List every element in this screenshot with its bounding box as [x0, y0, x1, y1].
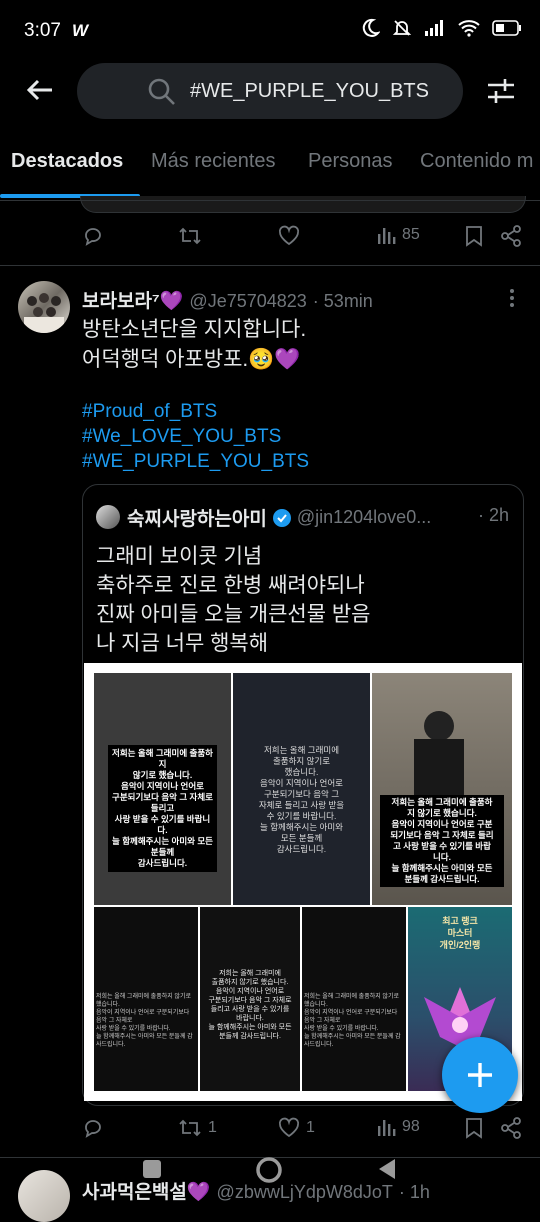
retweet-count: 1 [208, 1119, 217, 1136]
rank-text: 최고 랭크 마스터 개인/2인랭 [439, 916, 481, 950]
views-button[interactable]: 85 [376, 225, 420, 245]
quoted-avatar [96, 505, 120, 529]
search-tabs: Destacados Más recientes Personas Conten… [0, 150, 540, 200]
hashtag-link[interactable]: #We_LOVE_YOU_BTS [82, 424, 281, 449]
share-icon [501, 225, 521, 247]
quoted-author-handle: @jin1204love0... [296, 507, 432, 527]
collage-panel: 저희는 올해 그래미에 출품하지 않기로 했습니다. 음악이 지역이나 언어로 … [302, 907, 406, 1091]
retweet-button[interactable]: 1 [178, 1117, 217, 1139]
statement-text: 저희는 올해 그래미에 출품하지 않기로 했습니다. 음악이 지역이나 언어로 … [96, 994, 193, 1048]
battery-icon [492, 20, 521, 36]
tab-personas[interactable]: Personas [308, 150, 393, 173]
previous-tweet-media[interactable] [80, 196, 526, 213]
quoted-image[interactable]: 저희는 올해 그래미에 출품하지 않기로 했습니다. 음악이 지역이나 언어로 … [84, 663, 522, 1101]
collage-panel: 저희는 올해 그래미에 출품하지 않기로 했습니다. 음악이 지역이나 언어로 … [94, 673, 231, 905]
back-arrow-icon[interactable] [24, 74, 56, 106]
quoted-text-line-3: 진짜 아미들 오늘 개큰선물 받음 [96, 603, 371, 626]
like-button[interactable]: 1 [278, 1117, 315, 1139]
tweet-actions: 1 1 98 [82, 1117, 522, 1147]
like-count: 1 [306, 1119, 315, 1136]
collage-panel: 저희는 올해 그래미에 출품하지 않기로 했습니다. 음악이 지역이나 언어로 … [200, 907, 300, 1091]
home-icon[interactable] [255, 1156, 283, 1184]
group-photo-icon [24, 293, 64, 333]
prev-tweet-actions: 85 [82, 225, 522, 255]
author-handle[interactable]: @Je75704823 [189, 291, 306, 312]
quoted-text-line-2: 축하주로 진로 한병 쌔려야되나 [96, 574, 365, 597]
views-count: 85 [402, 226, 420, 243]
hashtag-link[interactable]: #WE_PURPLE_YOU_BTS [82, 449, 309, 474]
retweet-button[interactable] [178, 225, 202, 247]
statement-text: 저희는 올해 그래미에 출품하지 않기로 했습니다. 음악이 지역이나 언어로 … [258, 745, 345, 854]
search-icon [148, 78, 175, 105]
tabs-divider [0, 200, 540, 201]
hashtag-link[interactable]: #Proud_of_BTS [82, 399, 217, 424]
plus-icon [468, 1063, 492, 1087]
reply-icon [85, 1120, 101, 1138]
quoted-text-line-1: 그래미 보이콧 기념 [96, 545, 263, 568]
filter-settings-icon[interactable] [486, 76, 516, 106]
back-nav-icon[interactable] [376, 1157, 398, 1181]
tab-destacados[interactable]: Destacados [11, 150, 123, 173]
verified-badge-icon [272, 508, 291, 527]
collage-panel: 저희는 올해 그래미에 출품하지 않기로 했습니다. 음악이 지역이나 언어로 … [233, 673, 370, 905]
quoted-tweet-time: · 2h [478, 505, 510, 525]
moon-icon [362, 18, 380, 37]
bookmark-button[interactable] [464, 225, 484, 247]
tab-mas-recientes[interactable]: Más recientes [151, 150, 276, 173]
reply-button[interactable] [82, 225, 104, 247]
search-input[interactable]: #WE_PURPLE_YOU_BTS [77, 63, 463, 119]
bookmark-icon [466, 1118, 482, 1139]
status-time: 3:07 [24, 20, 61, 41]
reply-button[interactable] [82, 1117, 104, 1139]
signal-icon [425, 20, 443, 36]
tweet-header: 보라보라⁷💜 @Je75704823 · 53min [82, 286, 373, 313]
heart-icon [278, 1117, 300, 1138]
quoted-text-line-4: 나 지금 너무 행복해 [96, 632, 269, 655]
app-notification-icon: W [72, 21, 89, 40]
status-bar: 3:07 W [0, 0, 540, 62]
tab-contenido[interactable]: Contenido m [420, 150, 533, 173]
share-icon [501, 1117, 521, 1139]
retweet-icon [179, 1119, 201, 1137]
statement-text: 저희는 올해 그래미에 출품하지 않기로 했습니다. 음악이 지역이나 언어로 … [304, 994, 401, 1048]
author-name[interactable]: 보라보라⁷💜 [82, 286, 183, 313]
compose-tweet-button[interactable] [442, 1037, 518, 1113]
search-query: #WE_PURPLE_YOU_BTS [190, 80, 429, 102]
tweet-divider [0, 265, 540, 266]
statement-text: 저희는 올해 그래미에 출품하지 않기로 했습니다. 음악이 지역이나 언어로 … [208, 970, 292, 1040]
wifi-icon [458, 20, 480, 37]
like-button[interactable] [278, 225, 300, 247]
bookmark-icon [466, 226, 482, 247]
views-chart-icon [378, 228, 396, 244]
tweet-text-line-2: 어덕행덕 아포방포.🥹💜 [82, 348, 301, 371]
views-count: 98 [402, 1118, 420, 1135]
views-button[interactable]: 98 [376, 1117, 420, 1137]
collage-panel: 저희는 올해 그래미에 출품하지 않기로 했습니다. 음악이 지역이나 언어로 … [94, 907, 198, 1091]
statement-text: 저희는 올해 그래미에 출품하 지 않기로 했습니다. 음악이 지역이나 언어로… [380, 795, 504, 887]
tweet-text-line-1: 방탄소년단을 지지합니다. [82, 318, 307, 341]
quoted-header: 숙찌사랑하는아미 @jin1204love0... [127, 504, 431, 531]
heart-icon [278, 225, 300, 246]
quoted-author-name: 숙찌사랑하는아미 [127, 509, 267, 530]
bell-off-icon [392, 20, 412, 36]
views-chart-icon [378, 1120, 396, 1136]
avatar[interactable] [18, 281, 70, 333]
system-nav-bar [0, 1152, 540, 1200]
bookmark-button[interactable] [464, 1117, 484, 1139]
more-options-icon[interactable] [508, 288, 516, 308]
collage-panel: 저희는 올해 그래미에 출품하 지 않기로 했습니다. 음악이 지역이나 언어로… [372, 673, 512, 905]
status-icons [360, 18, 522, 38]
statement-text: 저희는 올해 그래미에 출품하지 않기로 했습니다. 음악이 지역이나 언어로 … [108, 745, 217, 872]
share-button[interactable] [500, 1117, 522, 1139]
retweet-icon [179, 227, 201, 245]
reply-icon [85, 228, 101, 246]
tweet-time: · 53min [312, 291, 373, 311]
share-button[interactable] [500, 225, 522, 247]
person-head [424, 711, 454, 741]
recent-apps-icon[interactable] [141, 1158, 163, 1180]
